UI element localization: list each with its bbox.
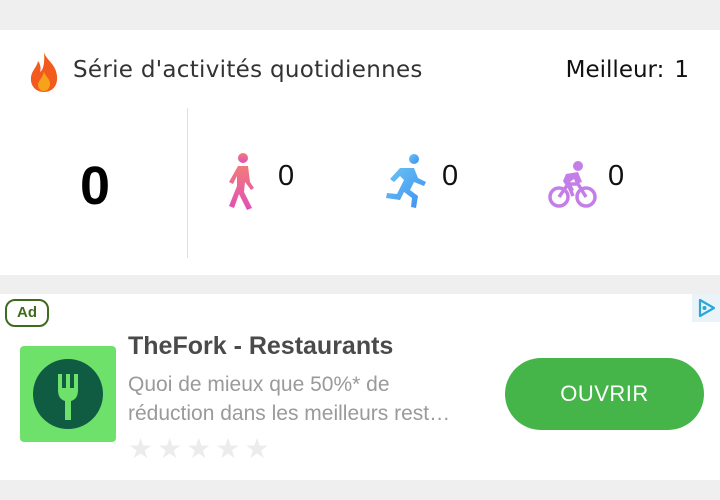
ad-description-line1: Quoi de mieux que 50%* de <box>128 373 390 396</box>
thefork-app-icon[interactable] <box>20 346 116 442</box>
cycling-value: 0 <box>608 160 625 192</box>
ad-description-line2: réduction dans les meilleurs rest… <box>128 402 451 425</box>
streak-header: Série d'activités quotidiennes Meilleur:… <box>0 30 720 110</box>
best-streak: Meilleur: 1 <box>566 57 689 83</box>
flame-icon <box>30 52 58 92</box>
ad-badge: Ad <box>5 299 49 327</box>
star-icon: ★ <box>215 432 241 465</box>
star-icon: ★ <box>128 432 154 465</box>
streak-count: 0 <box>79 156 111 216</box>
ad-title[interactable]: TheFork - Restaurants <box>128 332 393 361</box>
cycling-icon <box>548 161 597 208</box>
best-streak-label: Meilleur: <box>565 57 665 83</box>
walking-value: 0 <box>278 160 295 192</box>
rating-stars: ★ ★ ★ ★ ★ <box>128 432 274 465</box>
star-icon: ★ <box>157 432 183 465</box>
open-button[interactable]: OUVRIR <box>505 358 704 430</box>
star-icon: ★ <box>186 432 212 465</box>
daily-streak-card: Série d'activités quotidiennes Meilleur:… <box>0 30 720 275</box>
running-icon <box>386 154 426 208</box>
ad-description: Quoi de mieux que 50%* de réduction dans… <box>128 370 498 428</box>
walking-icon <box>229 153 254 210</box>
best-streak-value: 1 <box>674 57 689 83</box>
divider <box>187 108 188 258</box>
running-value: 0 <box>442 160 459 192</box>
ad-card[interactable]: Ad TheFork - Restaurants Quoi de mieux q… <box>0 294 720 480</box>
streak-title: Série d'activités quotidiennes <box>73 57 423 83</box>
adchoices-icon[interactable] <box>692 294 720 322</box>
star-icon: ★ <box>244 432 270 465</box>
